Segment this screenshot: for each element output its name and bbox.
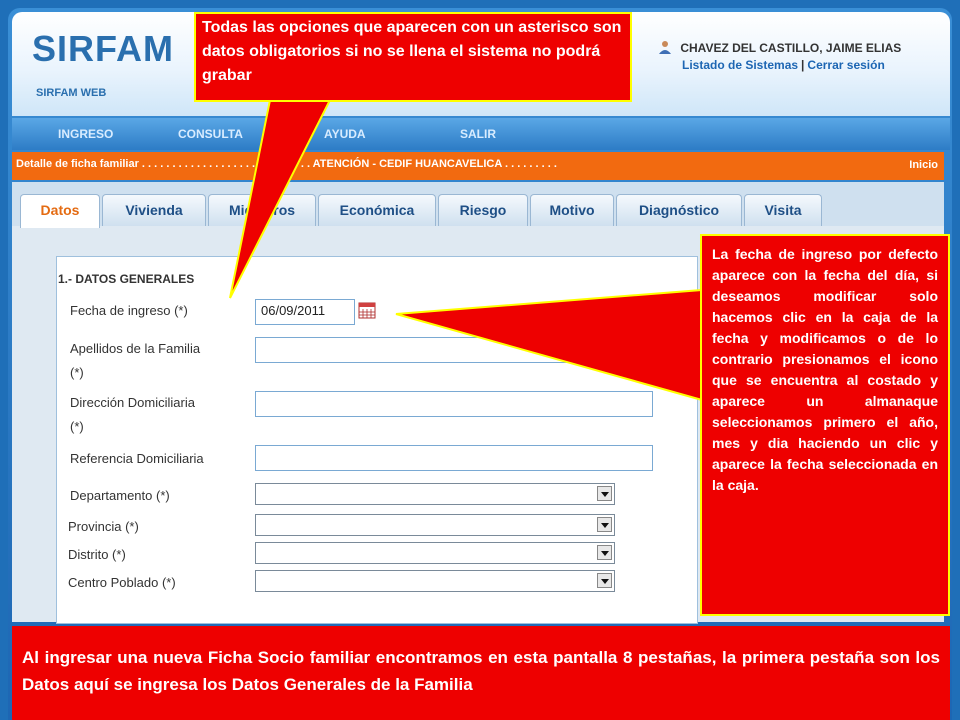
right-callout: La fecha de ingreso por defecto aparece … — [700, 234, 950, 616]
bottom-callout: Al ingresar una nueva Ficha Socio famili… — [12, 626, 950, 720]
right-callout-pointer — [395, 288, 703, 402]
top-callout-pointer — [229, 99, 332, 299]
top-callout: Todas las opciones que aparecen con un a… — [194, 12, 632, 102]
